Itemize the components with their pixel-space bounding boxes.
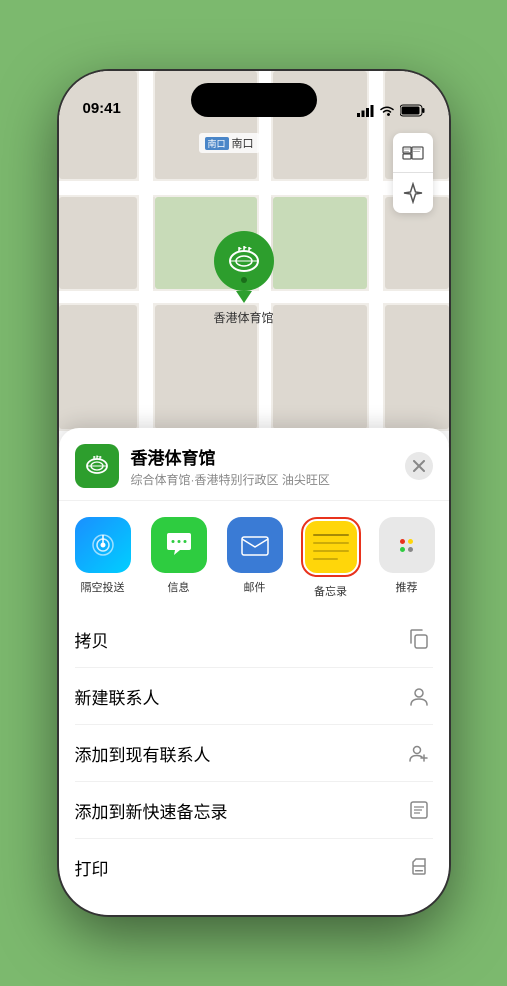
south-gate-badge: 南口 [205,137,229,150]
more-dots [400,539,413,552]
pin-circle [214,231,274,291]
notes-icon-bg [305,521,357,573]
dynamic-island [191,83,317,117]
share-app-notes[interactable]: 备忘录 [295,517,367,599]
share-app-mail[interactable]: 邮件 [219,517,291,599]
share-app-more[interactable]: 推荐 [371,517,443,599]
action-add-contact[interactable]: 添加到现有联系人 [75,725,433,782]
mail-label: 邮件 [244,579,266,595]
bottom-sheet: 香港体育馆 综合体育馆·香港特别行政区 油尖旺区 [59,428,449,915]
action-print[interactable]: 打印 [75,839,433,895]
venue-info: 香港体育馆 综合体育馆·香港特别行政区 油尖旺区 [131,444,393,488]
map-controls[interactable] [393,133,433,213]
location-button[interactable] [393,173,433,213]
print-label: 打印 [75,855,109,880]
copy-icon [405,625,433,653]
copy-label: 拷贝 [75,627,109,652]
notes-label: 备忘录 [314,583,347,599]
notes-line-2 [313,542,349,544]
dot-yellow [408,539,413,544]
status-time: 09:41 [83,100,121,117]
venue-name: 香港体育馆 [131,444,393,469]
airdrop-label: 隔空投送 [81,579,125,595]
action-quick-note[interactable]: 添加到新快速备忘录 [75,782,433,839]
south-gate-label: 南口 南口 [199,133,260,153]
stadium-icon [225,242,263,280]
dot-green [400,547,405,552]
notes-line-3 [313,550,349,552]
more-label: 推荐 [396,579,418,595]
messages-svg [162,528,196,562]
dot-gray [408,547,413,552]
venue-subtitle: 综合体育馆·香港特别行政区 油尖旺区 [131,471,393,488]
phone-screen: 09:41 [59,71,449,915]
action-list: 拷贝 新建联系人 [59,611,449,895]
battery-icon [400,104,425,117]
pin-dot [241,277,247,283]
add-contact-label: 添加到现有联系人 [75,741,211,766]
close-icon [413,460,425,472]
map-type-icon [402,142,424,164]
close-button[interactable] [405,452,433,480]
share-app-messages[interactable]: 信息 [143,517,215,599]
pin-label: 香港体育馆 [214,309,274,326]
south-gate-text: 南口 [232,135,254,151]
notes-line-4 [313,558,338,560]
airdrop-svg [86,528,120,562]
dot-red [400,539,405,544]
phone-frame: 09:41 [59,71,449,915]
stadium-pin[interactable]: 香港体育馆 [214,231,274,326]
share-app-airdrop[interactable]: 隔空投送 [67,517,139,599]
venue-header: 香港体育馆 综合体育馆·香港特别行政区 油尖旺区 [59,428,449,501]
quick-note-icon [405,796,433,824]
share-apps-row: 隔空投送 信息 [59,501,449,611]
status-icons [357,104,425,117]
messages-icon [151,517,207,573]
messages-label: 信息 [168,579,190,595]
more-icon-bg [379,517,435,573]
action-copy[interactable]: 拷贝 [75,611,433,668]
venue-icon [75,444,119,488]
new-contact-label: 新建联系人 [75,684,160,709]
quick-note-label: 添加到新快速备忘录 [75,798,228,823]
notes-selected-border [301,517,361,577]
new-contact-icon [405,682,433,710]
action-new-contact[interactable]: 新建联系人 [75,668,433,725]
notes-line-1 [313,534,349,537]
pin-tail [236,291,252,303]
venue-stadium-icon [83,452,111,480]
add-contact-icon [405,739,433,767]
signal-icon [357,105,374,117]
mail-svg [238,528,272,562]
location-icon [402,182,424,204]
airdrop-icon [75,517,131,573]
print-icon [405,853,433,881]
map-type-button[interactable] [393,133,433,173]
mail-icon [227,517,283,573]
wifi-icon [379,105,395,117]
